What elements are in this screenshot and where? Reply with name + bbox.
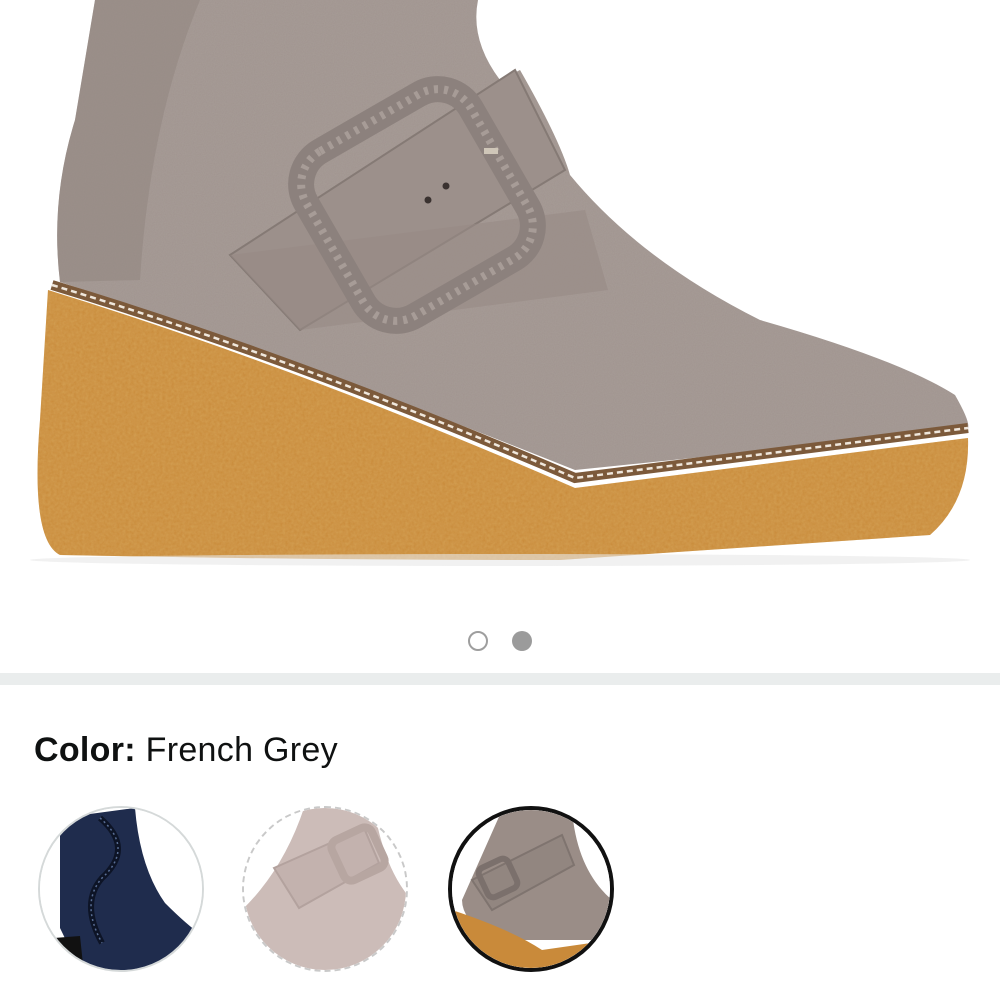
carousel-dot-2[interactable] bbox=[512, 631, 532, 651]
carousel-indicator bbox=[0, 628, 1000, 654]
color-value: French Grey bbox=[145, 731, 338, 769]
grey-boot-thumbnail bbox=[452, 810, 610, 968]
navy-boot-thumbnail bbox=[40, 808, 202, 970]
color-selection-label: Color: French Grey bbox=[34, 726, 338, 774]
carousel-dot-1[interactable] bbox=[468, 631, 488, 651]
color-swatch-french-grey[interactable] bbox=[448, 806, 614, 972]
product-image[interactable] bbox=[0, 0, 1000, 672]
section-divider bbox=[0, 673, 1000, 685]
boot-illustration bbox=[30, 0, 970, 566]
color-swatch-navy[interactable] bbox=[38, 806, 204, 972]
blush-boot-thumbnail bbox=[244, 808, 406, 970]
color-label: Color: bbox=[34, 731, 136, 769]
color-swatch-blush[interactable] bbox=[242, 806, 408, 972]
